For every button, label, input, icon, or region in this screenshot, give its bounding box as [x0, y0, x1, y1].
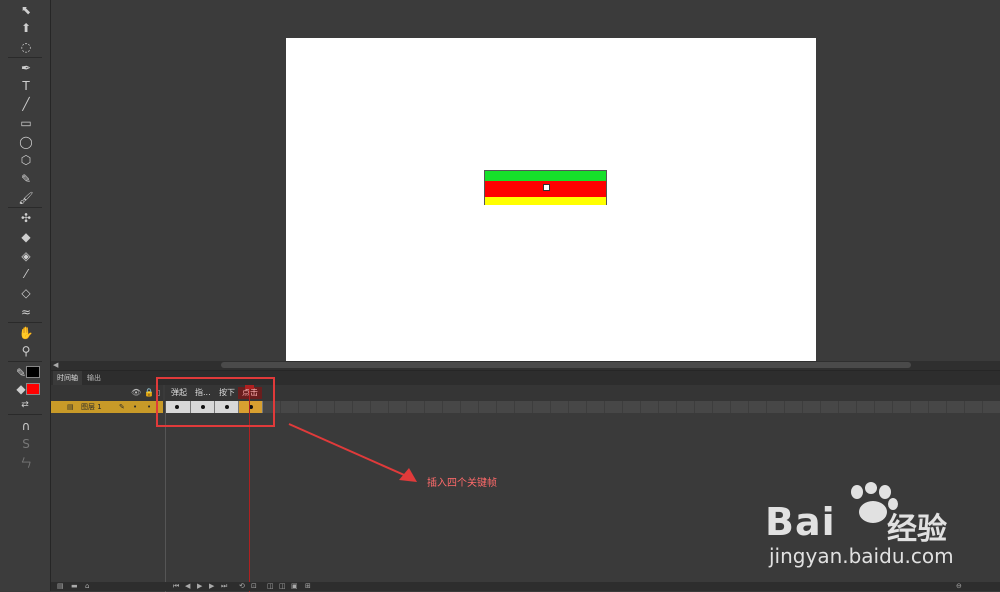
pencil-icon: ✎ — [119, 403, 125, 411]
modify-markers-icon[interactable]: ⊞ — [305, 582, 311, 591]
onion-outline-icon[interactable]: ◫ — [279, 582, 286, 591]
tab-output[interactable]: 输出 — [83, 371, 105, 385]
visibility-dot-icon[interactable]: • — [133, 401, 137, 413]
layer-icon: ▤ — [67, 403, 74, 411]
onion-skin-icon[interactable]: ◫ — [267, 582, 274, 591]
subselection-icon[interactable]: ⬆ — [17, 20, 35, 36]
brush-icon[interactable]: 🖌 — [17, 190, 35, 206]
scroll-left-icon[interactable]: ◀ — [53, 361, 58, 370]
selection-icon[interactable]: ⬉ — [17, 2, 35, 18]
stage-horizontal-scrollbar[interactable]: ◀ — [51, 361, 1000, 370]
stroke-color-swatch[interactable] — [26, 366, 40, 378]
watermark-brand-cn: 经验 — [887, 512, 947, 547]
pen-icon[interactable]: ✒ — [17, 60, 35, 76]
zoom-out-icon[interactable]: ⊖ — [956, 582, 962, 591]
stage-area — [51, 0, 1000, 362]
fill-color-swatch[interactable] — [26, 383, 40, 395]
zoom-icon[interactable]: ⚲ — [17, 343, 35, 359]
straighten-icon[interactable]: ㄣ — [17, 455, 35, 471]
paint-bucket-icon[interactable]: ◆ — [17, 229, 35, 245]
eraser-icon[interactable]: ◇ — [17, 285, 35, 301]
tab-timeline[interactable]: 时间轴 — [53, 371, 82, 385]
delete-layer-icon[interactable]: ⌂ — [85, 582, 89, 591]
layer-name[interactable]: 图层 1 — [81, 401, 102, 413]
smooth-icon[interactable]: S — [17, 436, 35, 452]
annotation-highlight-box — [156, 377, 275, 427]
frame-column-border — [165, 401, 166, 592]
pencil-icon[interactable]: ✎ — [17, 171, 35, 187]
go-first-frame-icon[interactable]: ⏮ — [173, 582, 179, 591]
rectangle-icon[interactable]: ▭ — [17, 115, 35, 131]
empty-frames[interactable] — [263, 401, 1000, 413]
swap-colors-icon[interactable]: ⇄ — [16, 397, 34, 413]
hand-icon[interactable]: ✋ — [17, 325, 35, 341]
button-yellow-band — [485, 197, 606, 205]
timeline-controls-bar: ▤ ▬ ⌂ ⏮ ◀ ▶ ▶ ⏭ ⟲ ⊡ ◫ ◫ ▣ ⊞ ⊖ — [51, 582, 1000, 591]
eyedropper-icon[interactable]: ⁄ — [17, 266, 35, 282]
text-icon[interactable]: T — [17, 78, 35, 94]
watermark-url: jingyan.baidu.com — [769, 544, 954, 568]
lock-icon[interactable]: 🔒 — [144, 387, 154, 399]
lock-dot-icon[interactable]: • — [147, 401, 151, 413]
eye-icon[interactable]: 👁 — [131, 387, 141, 399]
step-forward-icon[interactable]: ▶ — [209, 582, 214, 591]
snap-to-objects-icon[interactable]: ∩ — [17, 418, 35, 434]
layer-row[interactable]: ▤ 图层 1 ✎ • • — [51, 401, 163, 413]
go-last-frame-icon[interactable]: ⏭ — [221, 582, 227, 591]
bone-icon[interactable]: ✣ — [17, 210, 35, 226]
annotation-label: 插入四个关键帧 — [427, 478, 497, 489]
flash-ide-window: ⬉ ⬆ ◌ ✒ T ╱ ▭ ◯ ⬡ ✎ 🖌 ✣ ◆ ◈ ⁄ ◇ ≈ ✋ ⚲ ✎ … — [0, 0, 1000, 592]
registration-point-icon — [543, 184, 550, 191]
frame-header: 弹起 指... 按下 点击 — [165, 385, 1000, 401]
new-folder-icon[interactable]: ▬ — [71, 582, 78, 591]
edit-multiple-frames-icon[interactable]: ▣ — [291, 582, 298, 591]
frame-row — [165, 401, 1000, 413]
button-green-band — [485, 171, 606, 181]
baidu-jingyan-watermark: Bai 经验 jingyan.baidu.com — [765, 480, 985, 570]
play-icon[interactable]: ▶ — [197, 582, 202, 591]
stage-canvas[interactable] — [286, 38, 816, 361]
width-icon[interactable]: ≈ — [17, 304, 35, 320]
layer-header: 👁 🔒 ▯ — [51, 385, 163, 401]
center-frame-icon[interactable]: ⊡ — [251, 582, 257, 591]
oval-icon[interactable]: ◯ — [17, 134, 35, 150]
new-layer-icon[interactable]: ▤ — [57, 582, 64, 591]
watermark-brand: Bai — [765, 500, 836, 544]
line-icon[interactable]: ╱ — [17, 96, 35, 112]
annotation-arrow — [288, 423, 417, 482]
ink-bottle-icon[interactable]: ◈ — [17, 248, 35, 264]
loop-icon[interactable]: ⟲ — [239, 582, 245, 591]
step-back-icon[interactable]: ◀ — [185, 582, 190, 591]
scrollbar-thumb[interactable] — [221, 362, 911, 368]
tools-panel: ⬉ ⬆ ◌ ✒ T ╱ ▭ ◯ ⬡ ✎ 🖌 ✣ ◆ ◈ ⁄ ◇ ≈ ✋ ⚲ ✎ … — [0, 0, 51, 591]
button-symbol[interactable] — [484, 170, 607, 205]
lasso-icon[interactable]: ◌ — [17, 39, 35, 55]
polystar-icon[interactable]: ⬡ — [17, 152, 35, 168]
